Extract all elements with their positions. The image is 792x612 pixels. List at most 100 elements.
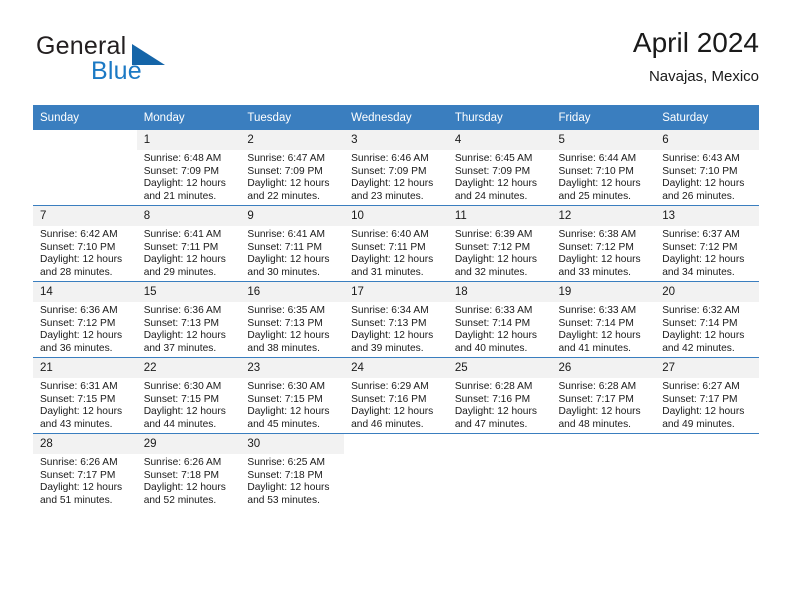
sunset-time: Sunset: 7:10 PM bbox=[662, 165, 738, 177]
daylight-duration-line1: Daylight: 12 hours bbox=[40, 482, 123, 494]
calendar-day-cell[interactable]: 7 Sunrise: 6:42 AM Sunset: 7:10 PM Daylight… bbox=[33, 205, 137, 282]
calendar-day-cell[interactable]: 1 Sunrise: 6:48 AM Sunset: 7:09 PM Daylight… bbox=[136, 130, 241, 206]
calendar-day-cell[interactable]: 9 Sunrise: 6:41 AM Sunset: 7:11 PM Daylight… bbox=[240, 205, 345, 282]
calendar-day-cell[interactable]: 11 Sunrise: 6:39 AM Sunset: 7:12 PM Dayligh… bbox=[447, 205, 552, 282]
daylight-duration-line1: Daylight: 12 hours bbox=[40, 254, 123, 266]
daylight-duration-line2: and 25 minutes. bbox=[558, 190, 632, 202]
daylight-duration-line1: Daylight: 12 hours bbox=[662, 254, 745, 266]
day-number: 16 bbox=[240, 282, 345, 302]
calendar-day-cell[interactable]: 21 Sunrise: 6:31 AM Sunset: 7:15 PM Dayligh… bbox=[33, 357, 137, 434]
calendar-day-cell[interactable]: 29 Sunrise: 6:26 AM Sunset: 7:18 PM Dayligh… bbox=[136, 433, 241, 509]
day-number: 4 bbox=[447, 130, 552, 150]
daylight-duration-line2: and 31 minutes. bbox=[351, 266, 424, 278]
calendar-day-cell[interactable]: 22 Sunrise: 6:30 AM Sunset: 7:15 PM Dayligh… bbox=[136, 357, 241, 434]
calendar-day-cell-empty bbox=[551, 433, 656, 509]
day-number: 19 bbox=[551, 282, 656, 302]
daylight-duration-line1: Daylight: 12 hours bbox=[454, 406, 537, 418]
calendar-day-cell[interactable]: 25 Sunrise: 6:28 AM Sunset: 7:16 PM Dayligh… bbox=[447, 357, 552, 434]
daylight-duration-line2: and 40 minutes. bbox=[454, 342, 528, 354]
day-number: 24 bbox=[344, 358, 448, 378]
daylight-duration-line2: and 23 minutes. bbox=[351, 190, 424, 202]
calendar-day-cell[interactable]: 19 Sunrise: 6:33 AM Sunset: 7:14 PM Dayligh… bbox=[551, 281, 656, 358]
day-details: Sunrise: 6:32 AM Sunset: 7:14 PM Daylight:… bbox=[655, 302, 759, 355]
calendar-day-cell[interactable]: 15 Sunrise: 6:36 AM Sunset: 7:13 PM Dayligh… bbox=[136, 281, 241, 358]
daylight-duration-line1: Daylight: 12 hours bbox=[143, 178, 226, 190]
calendar-day-cell[interactable]: 20 Sunrise: 6:32 AM Sunset: 7:14 PM Dayligh… bbox=[655, 281, 759, 358]
sunset-time: Sunset: 7:16 PM bbox=[351, 393, 427, 405]
calendar-day-cell[interactable]: 4 Sunrise: 6:45 AM Sunset: 7:09 PM Daylight… bbox=[447, 130, 552, 206]
day-number: 7 bbox=[33, 206, 137, 226]
calendar-day-cell[interactable]: 14 Sunrise: 6:36 AM Sunset: 7:12 PM Dayligh… bbox=[33, 281, 137, 358]
calendar-day-cell[interactable]: 30 Sunrise: 6:25 AM Sunset: 7:18 PM Dayligh… bbox=[240, 433, 345, 509]
day-details: Sunrise: 6:33 AM Sunset: 7:14 PM Daylight:… bbox=[448, 302, 552, 355]
calendar-day-cell[interactable]: 10 Sunrise: 6:40 AM Sunset: 7:11 PM Dayligh… bbox=[344, 205, 448, 282]
day-number: 23 bbox=[240, 358, 345, 378]
calendar-day-cell[interactable]: 16 Sunrise: 6:35 AM Sunset: 7:13 PM Dayligh… bbox=[240, 281, 345, 358]
daylight-duration-line1: Daylight: 12 hours bbox=[454, 330, 537, 342]
daylight-duration-line1: Daylight: 12 hours bbox=[247, 178, 330, 190]
sunset-time: Sunset: 7:18 PM bbox=[143, 469, 220, 481]
day-details: Sunrise: 6:30 AM Sunset: 7:15 PM Daylight:… bbox=[240, 378, 344, 431]
calendar-day-cell[interactable]: 8 Sunrise: 6:41 AM Sunset: 7:11 PM Daylight… bbox=[136, 205, 241, 282]
daylight-duration-line1: Daylight: 12 hours bbox=[558, 254, 641, 266]
calendar-day-cell[interactable]: 12 Sunrise: 6:38 AM Sunset: 7:12 PM Dayligh… bbox=[551, 205, 656, 282]
calendar-day-cell[interactable]: 13 Sunrise: 6:37 AM Sunset: 7:12 PM Dayligh… bbox=[655, 205, 759, 282]
day-details: Sunrise: 6:29 AM Sunset: 7:16 PM Daylight:… bbox=[344, 378, 448, 431]
sunrise-time: Sunrise: 6:28 AM bbox=[558, 381, 637, 392]
daylight-duration-line2: and 45 minutes. bbox=[247, 418, 320, 430]
sunrise-time: Sunrise: 6:38 AM bbox=[558, 229, 637, 240]
calendar-day-cell[interactable]: 6 Sunrise: 6:43 AM Sunset: 7:10 PM Daylight… bbox=[655, 130, 759, 206]
daylight-duration-line2: and 21 minutes. bbox=[143, 190, 217, 202]
sunset-time: Sunset: 7:11 PM bbox=[351, 241, 426, 253]
page-header: General Blue April 2024 Navajas, Mexico bbox=[33, 26, 759, 96]
weekday-header-sunday: Sunday bbox=[33, 105, 137, 130]
weekday-header-thursday: Thursday bbox=[447, 105, 552, 130]
sunset-time: Sunset: 7:09 PM bbox=[351, 165, 427, 177]
daylight-duration-line1: Daylight: 12 hours bbox=[143, 254, 226, 266]
calendar-day-cell[interactable]: 24 Sunrise: 6:29 AM Sunset: 7:16 PM Dayligh… bbox=[344, 357, 448, 434]
day-number: 5 bbox=[551, 130, 656, 150]
sunrise-time: Sunrise: 6:43 AM bbox=[662, 153, 740, 164]
calendar-day-cell[interactable]: 27 Sunrise: 6:27 AM Sunset: 7:17 PM Dayligh… bbox=[655, 357, 759, 434]
daylight-duration-line2: and 26 minutes. bbox=[662, 190, 735, 202]
sunrise-time: Sunrise: 6:30 AM bbox=[247, 381, 325, 392]
page-title: April 2024 bbox=[632, 27, 759, 58]
sunset-time: Sunset: 7:12 PM bbox=[662, 241, 738, 253]
day-number: 6 bbox=[655, 130, 759, 150]
daylight-duration-line2: and 44 minutes. bbox=[143, 418, 217, 430]
calendar-day-cell[interactable]: 26 Sunrise: 6:28 AM Sunset: 7:17 PM Dayligh… bbox=[551, 357, 656, 434]
calendar-day-cell[interactable]: 23 Sunrise: 6:30 AM Sunset: 7:15 PM Dayligh… bbox=[240, 357, 345, 434]
sunrise-time: Sunrise: 6:44 AM bbox=[558, 153, 637, 164]
daylight-duration-line2: and 49 minutes. bbox=[662, 418, 735, 430]
calendar-day-cell[interactable]: 3 Sunrise: 6:46 AM Sunset: 7:09 PM Daylight… bbox=[344, 130, 448, 206]
calendar-day-cell[interactable]: 17 Sunrise: 6:34 AM Sunset: 7:13 PM Dayligh… bbox=[344, 281, 448, 358]
calendar-week-row: 28 Sunrise: 6:26 AM Sunset: 7:17 PM Dayligh… bbox=[33, 433, 759, 509]
calendar-day-cell[interactable]: 28 Sunrise: 6:26 AM Sunset: 7:17 PM Dayligh… bbox=[33, 433, 137, 509]
sunrise-time: Sunrise: 6:42 AM bbox=[40, 229, 118, 240]
daylight-duration-line2: and 29 minutes. bbox=[143, 266, 217, 278]
sunrise-time: Sunrise: 6:41 AM bbox=[143, 229, 222, 240]
day-number: 25 bbox=[447, 358, 552, 378]
brand-logo[interactable]: General Blue bbox=[33, 32, 263, 92]
daylight-duration-line1: Daylight: 12 hours bbox=[351, 330, 434, 342]
daylight-duration-line1: Daylight: 12 hours bbox=[143, 482, 226, 494]
calendar-day-cell[interactable]: 18 Sunrise: 6:33 AM Sunset: 7:14 PM Dayligh… bbox=[447, 281, 552, 358]
day-details: Sunrise: 6:37 AM Sunset: 7:12 PM Daylight:… bbox=[655, 226, 759, 279]
day-details: Sunrise: 6:46 AM Sunset: 7:09 PM Daylight:… bbox=[344, 150, 448, 203]
day-details: Sunrise: 6:35 AM Sunset: 7:13 PM Daylight:… bbox=[240, 302, 344, 355]
day-details: Sunrise: 6:30 AM Sunset: 7:15 PM Daylight:… bbox=[137, 378, 241, 431]
calendar-day-cell-empty bbox=[33, 130, 137, 206]
daylight-duration-line1: Daylight: 12 hours bbox=[247, 330, 330, 342]
calendar-week-row: 21 Sunrise: 6:31 AM Sunset: 7:15 PM Dayligh… bbox=[33, 357, 759, 434]
sunset-time: Sunset: 7:15 PM bbox=[143, 393, 220, 405]
sunrise-time: Sunrise: 6:32 AM bbox=[662, 305, 740, 316]
sunset-time: Sunset: 7:15 PM bbox=[247, 393, 323, 405]
calendar-week-row: 1 Sunrise: 6:48 AM Sunset: 7:09 PM Daylight… bbox=[33, 130, 759, 206]
daylight-duration-line1: Daylight: 12 hours bbox=[143, 330, 226, 342]
sunrise-time: Sunrise: 6:39 AM bbox=[454, 229, 533, 240]
day-number bbox=[344, 434, 448, 454]
sunrise-time: Sunrise: 6:26 AM bbox=[40, 457, 118, 468]
daylight-duration-line1: Daylight: 12 hours bbox=[558, 406, 641, 418]
calendar-day-cell[interactable]: 2 Sunrise: 6:47 AM Sunset: 7:09 PM Daylight… bbox=[240, 130, 345, 206]
calendar-day-cell[interactable]: 5 Sunrise: 6:44 AM Sunset: 7:10 PM Daylight… bbox=[551, 130, 656, 206]
